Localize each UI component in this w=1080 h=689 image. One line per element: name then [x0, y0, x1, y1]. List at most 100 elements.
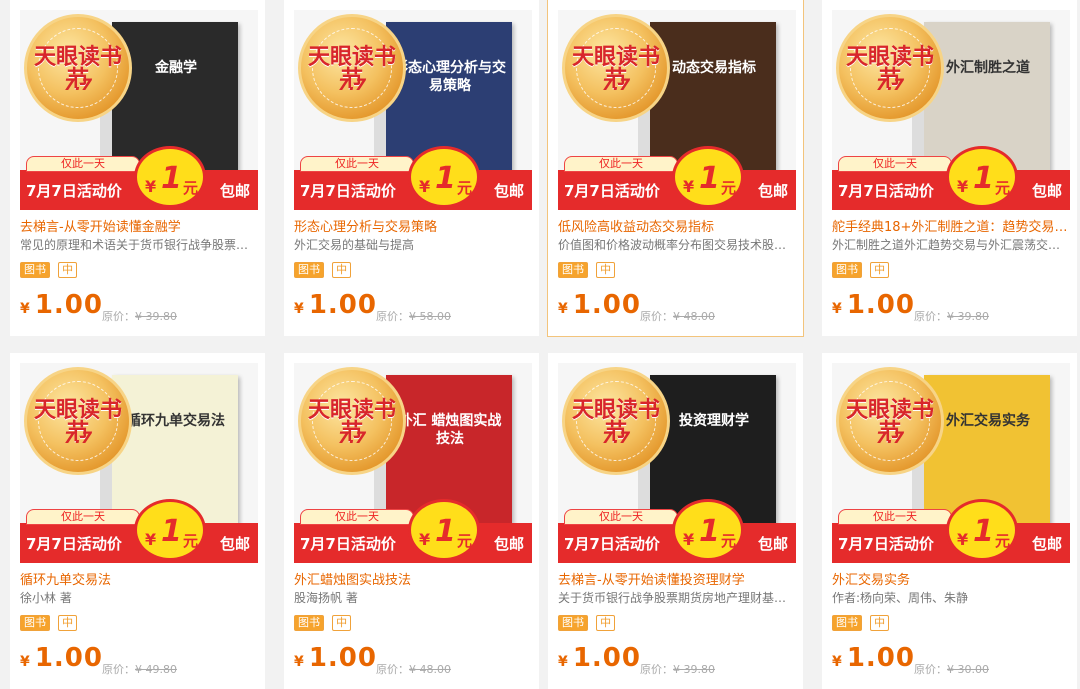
- original-price-label: 原价：: [640, 663, 673, 676]
- product-grid: 金融学 天眼读书节 7.7 仅此一天 7月7日活动价 ¥ 1 元 包邮 去梯言-…: [0, 0, 1080, 689]
- promo-banner-tag: 仅此一天: [564, 509, 678, 525]
- product-title[interactable]: 循环九单交易法: [20, 569, 258, 588]
- original-price: 原价：¥ 39.80: [102, 308, 177, 324]
- product-image[interactable]: 形态心理分析与交易策略 天眼读书节 7.7 仅此一天 7月7日活动价 ¥ 1 元…: [294, 10, 532, 210]
- promo-price-value: 1: [435, 514, 456, 549]
- product-title[interactable]: 形态心理分析与交易策略: [294, 216, 532, 235]
- product-subtitle: 作者:杨向荣、周伟、朱静: [832, 591, 969, 605]
- product-image[interactable]: 外汇交易实务 天眼读书节 7.7 仅此一天 7月7日活动价 ¥ 1 元 包邮: [832, 363, 1070, 563]
- price-value: 1.00: [846, 643, 915, 673]
- product-card[interactable]: 外汇交易实务 天眼读书节 7.7 仅此一天 7月7日活动价 ¥ 1 元 包邮 外…: [822, 353, 1077, 689]
- promo-yen: ¥: [957, 177, 969, 196]
- medal-edition: 7.7: [601, 75, 631, 94]
- product-tags: 图书 中: [20, 611, 80, 631]
- book-cover-title: 外汇制胜之道: [946, 60, 1030, 76]
- promo-yuan: 元: [457, 532, 473, 550]
- reading-festival-medal-icon: 天眼读书节 7.7: [24, 14, 132, 122]
- free-shipping-label: 包邮: [1031, 535, 1062, 553]
- promo-banner-tag: 仅此一天: [300, 509, 414, 525]
- promo-price-badge: ¥ 1 元: [134, 499, 206, 561]
- book-cover-title: 金融学: [155, 60, 197, 76]
- free-shipping-label: 包邮: [757, 535, 788, 553]
- tag-book: 图书: [558, 262, 588, 278]
- promo-banner-label: 7月7日活动价: [300, 535, 396, 553]
- original-price-label: 原价：: [914, 663, 947, 676]
- product-card[interactable]: 循环九单交易法 天眼读书节 7.7 仅此一天 7月7日活动价 ¥ 1 元 包邮 …: [10, 353, 265, 689]
- product-tags: 图书 中: [20, 258, 80, 278]
- original-price-label: 原价：: [102, 310, 135, 323]
- promo-banner-tag: 仅此一天: [838, 156, 952, 172]
- original-price-value: ¥ 30.00: [947, 663, 989, 676]
- product-subtitle: 常见的原理和术语关于货币银行战争股票…: [20, 238, 249, 252]
- promo-price-value: 1: [973, 161, 994, 196]
- original-price-value: ¥ 49.80: [135, 663, 177, 676]
- product-image[interactable]: 外汇制胜之道 天眼读书节 7.7 仅此一天 7月7日活动价 ¥ 1 元 包邮: [832, 10, 1070, 210]
- tag-chinese: 中: [596, 262, 616, 278]
- promo-price-value: 1: [161, 514, 182, 549]
- product-tags: 图书 中: [558, 611, 618, 631]
- product-card[interactable]: 形态心理分析与交易策略 天眼读书节 7.7 仅此一天 7月7日活动价 ¥ 1 元…: [284, 0, 539, 336]
- free-shipping-label: 包邮: [757, 182, 788, 200]
- product-price: ¥ 1.00: [20, 643, 103, 673]
- product-subtitle: 股海扬帆 著: [294, 591, 358, 605]
- promo-yuan: 元: [457, 179, 473, 197]
- promo-banner-label: 7月7日活动价: [300, 182, 396, 200]
- product-title[interactable]: 去梯言-从零开始读懂投资理财学: [558, 569, 796, 588]
- promo-yuan: 元: [995, 532, 1011, 550]
- promo-price-badge: ¥ 1 元: [672, 499, 744, 561]
- product-tags: 图书 中: [832, 258, 892, 278]
- promo-yuan: 元: [183, 532, 199, 550]
- product-tags: 图书 中: [294, 611, 354, 631]
- promo-price-badge: ¥ 1 元: [946, 499, 1018, 561]
- tag-book: 图书: [832, 615, 862, 631]
- promo-banner: 仅此一天 7月7日活动价 ¥ 1 元 包邮: [558, 146, 796, 210]
- product-card[interactable]: 外汇 蜡烛图实战技法 天眼读书节 7.7 仅此一天 7月7日活动价 ¥ 1 元 …: [284, 353, 539, 689]
- original-price: 原价：¥ 30.00: [914, 661, 989, 677]
- promo-banner: 仅此一天 7月7日活动价 ¥ 1 元 包邮: [558, 499, 796, 563]
- product-card[interactable]: 外汇制胜之道 天眼读书节 7.7 仅此一天 7月7日活动价 ¥ 1 元 包邮 舵…: [822, 0, 1077, 336]
- product-image[interactable]: 动态交易指标 天眼读书节 7.7 仅此一天 7月7日活动价 ¥ 1 元 包邮: [558, 10, 796, 210]
- product-title[interactable]: 低风险高收益动态交易指标: [558, 216, 796, 235]
- price-value: 1.00: [34, 290, 103, 320]
- promo-yen: ¥: [145, 530, 157, 549]
- product-image[interactable]: 金融学 天眼读书节 7.7 仅此一天 7月7日活动价 ¥ 1 元 包邮: [20, 10, 258, 210]
- original-price-label: 原价：: [376, 310, 409, 323]
- product-subtitle: 外汇制胜之道外汇趋势交易与外汇震荡交…: [832, 238, 1061, 252]
- tag-book: 图书: [20, 615, 50, 631]
- original-price-label: 原价：: [102, 663, 135, 676]
- product-tags: 图书 中: [294, 258, 354, 278]
- promo-yuan: 元: [183, 179, 199, 197]
- product-price: ¥ 1.00: [558, 643, 641, 673]
- product-title[interactable]: 舵手经典18+外汇制胜之道：趋势交易与…: [832, 216, 1070, 235]
- promo-price-value: 1: [699, 514, 720, 549]
- promo-price-badge: ¥ 1 元: [672, 146, 744, 208]
- promo-yen: ¥: [419, 530, 431, 549]
- medal-edition: 7.7: [63, 75, 93, 94]
- original-price-label: 原价：: [640, 310, 673, 323]
- product-title[interactable]: 去梯言-从零开始读懂金融学: [20, 216, 258, 235]
- promo-banner: 仅此一天 7月7日活动价 ¥ 1 元 包邮: [20, 146, 258, 210]
- price-currency: ¥: [20, 654, 30, 670]
- product-card[interactable]: 动态交易指标 天眼读书节 7.7 仅此一天 7月7日活动价 ¥ 1 元 包邮 低…: [547, 0, 804, 337]
- promo-banner-label: 7月7日活动价: [564, 535, 660, 553]
- product-title[interactable]: 外汇交易实务: [832, 569, 1070, 588]
- medal-edition: 7.7: [337, 428, 367, 447]
- product-title[interactable]: 外汇蜡烛图实战技法: [294, 569, 532, 588]
- product-card[interactable]: 投资理财学 天眼读书节 7.7 仅此一天 7月7日活动价 ¥ 1 元 包邮 去梯…: [548, 353, 803, 689]
- product-card[interactable]: 金融学 天眼读书节 7.7 仅此一天 7月7日活动价 ¥ 1 元 包邮 去梯言-…: [10, 0, 265, 336]
- promo-banner-tag: 仅此一天: [300, 156, 414, 172]
- tag-book: 图书: [558, 615, 588, 631]
- price-currency: ¥: [558, 301, 568, 317]
- product-image[interactable]: 外汇 蜡烛图实战技法 天眼读书节 7.7 仅此一天 7月7日活动价 ¥ 1 元 …: [294, 363, 532, 563]
- promo-banner-label: 7月7日活动价: [838, 535, 934, 553]
- product-image[interactable]: 循环九单交易法 天眼读书节 7.7 仅此一天 7月7日活动价 ¥ 1 元 包邮: [20, 363, 258, 563]
- reading-festival-medal-icon: 天眼读书节 7.7: [836, 367, 944, 475]
- tag-chinese: 中: [870, 615, 890, 631]
- product-subtitle: 外汇交易的基础与提高: [294, 238, 415, 252]
- medal-edition: 7.7: [875, 75, 905, 94]
- tag-chinese: 中: [58, 615, 78, 631]
- reading-festival-medal-icon: 天眼读书节 7.7: [24, 367, 132, 475]
- product-image[interactable]: 投资理财学 天眼读书节 7.7 仅此一天 7月7日活动价 ¥ 1 元 包邮: [558, 363, 796, 563]
- original-price: 原价：¥ 49.80: [102, 661, 177, 677]
- product-price: ¥ 1.00: [294, 290, 377, 320]
